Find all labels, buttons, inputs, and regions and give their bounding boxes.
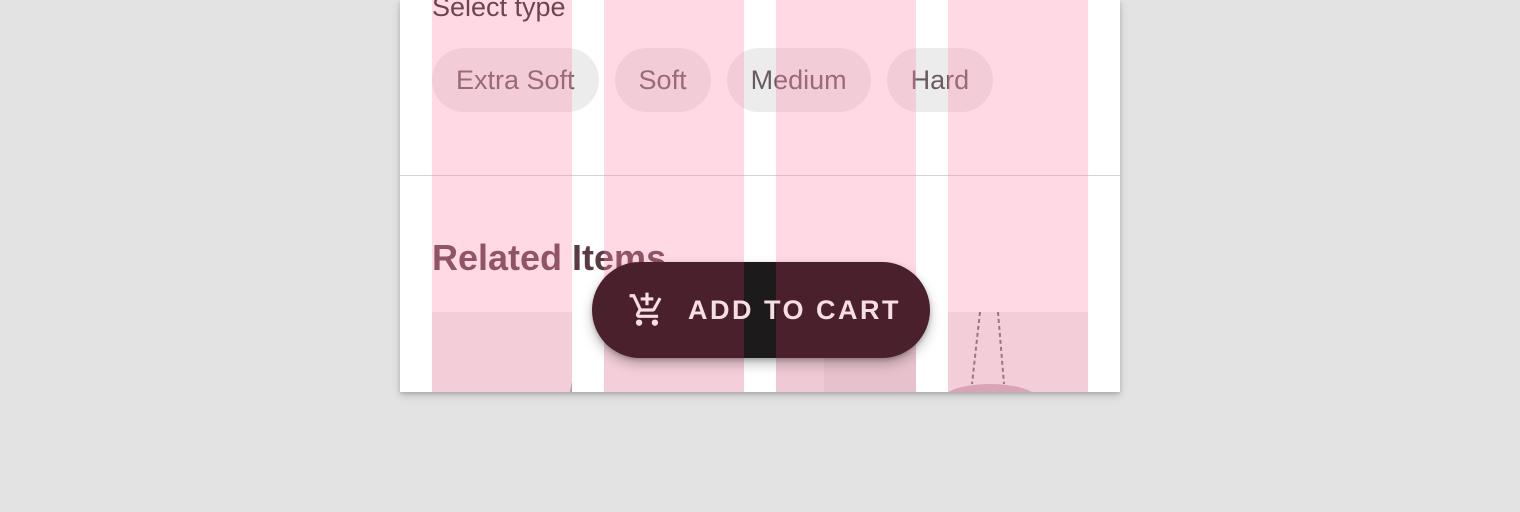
section-divider [400,175,1120,176]
add-shopping-cart-icon [628,291,666,329]
select-type-label: Select type [432,0,566,22]
hanging-planter-image [948,312,1032,392]
related-item-1[interactable] [432,312,572,392]
add-to-cart-button[interactable]: ADD TO CART [592,262,930,358]
chip-hard[interactable]: Hard [886,48,994,112]
type-chip-group: Extra Soft Soft Medium Hard [432,48,994,112]
app-canvas: Select type Extra Soft Soft Medium Hard … [0,0,1520,512]
related-item-4[interactable] [948,312,1088,392]
chip-extra-soft[interactable]: Extra Soft [432,48,599,112]
vase-image [570,381,572,392]
add-to-cart-label: ADD TO CART [688,294,901,325]
chip-medium[interactable]: Medium [726,48,871,112]
chip-soft[interactable]: Soft [614,48,711,112]
